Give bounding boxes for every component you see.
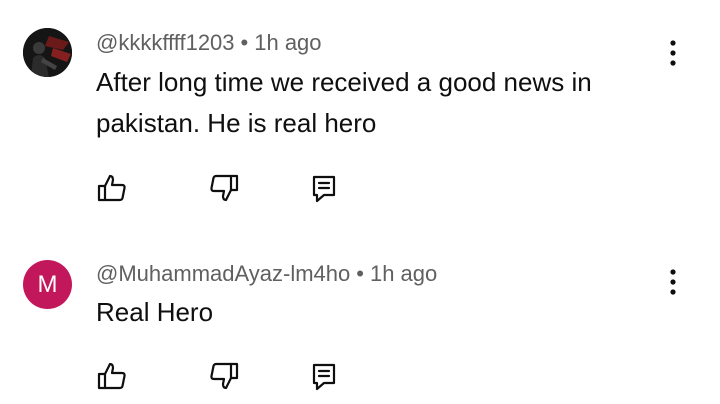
reply-button[interactable] <box>308 172 340 204</box>
dislike-button[interactable] <box>208 360 240 392</box>
comment-author[interactable]: @MuhammadAyaz-lm4ho <box>96 261 350 286</box>
comment-item: M @MuhammadAyaz-lm4ho • 1h ago Real Hero <box>0 240 720 404</box>
reply-icon <box>312 363 336 391</box>
reply-button[interactable] <box>308 360 340 392</box>
thumbs-up-icon <box>97 174 126 202</box>
meta-separator: • <box>240 30 249 55</box>
meta-separator: • <box>356 261 364 286</box>
comment-meta: @kkkkffff1203 • 1h ago <box>96 30 322 56</box>
thumbs-up-icon <box>97 362 126 390</box>
comment-menu-button[interactable] <box>660 265 686 299</box>
thumbs-down-icon <box>210 174 239 202</box>
dislike-button[interactable] <box>208 172 240 204</box>
comment-menu-button[interactable] <box>660 36 686 70</box>
avatar[interactable] <box>23 28 72 77</box>
comment-text: Real Hero <box>96 297 214 327</box>
avatar-photo-icon <box>23 28 72 77</box>
like-button[interactable] <box>96 360 128 392</box>
more-vert-icon <box>670 269 676 295</box>
comment-text: After long time we received a good news … <box>96 67 592 138</box>
reply-icon <box>312 175 336 203</box>
comment-time[interactable]: 1h ago <box>370 261 437 286</box>
avatar[interactable]: M <box>23 260 72 309</box>
comment-time[interactable]: 1h ago <box>254 30 321 55</box>
thumbs-down-icon <box>210 362 239 390</box>
more-vert-icon <box>670 40 676 66</box>
like-button[interactable] <box>96 172 128 204</box>
comment-author[interactable]: @kkkkffff1203 <box>96 30 235 55</box>
comment-meta: @MuhammadAyaz-lm4ho • 1h ago <box>96 261 437 287</box>
comment-item: @kkkkffff1203 • 1h ago After long time we … <box>0 0 720 210</box>
